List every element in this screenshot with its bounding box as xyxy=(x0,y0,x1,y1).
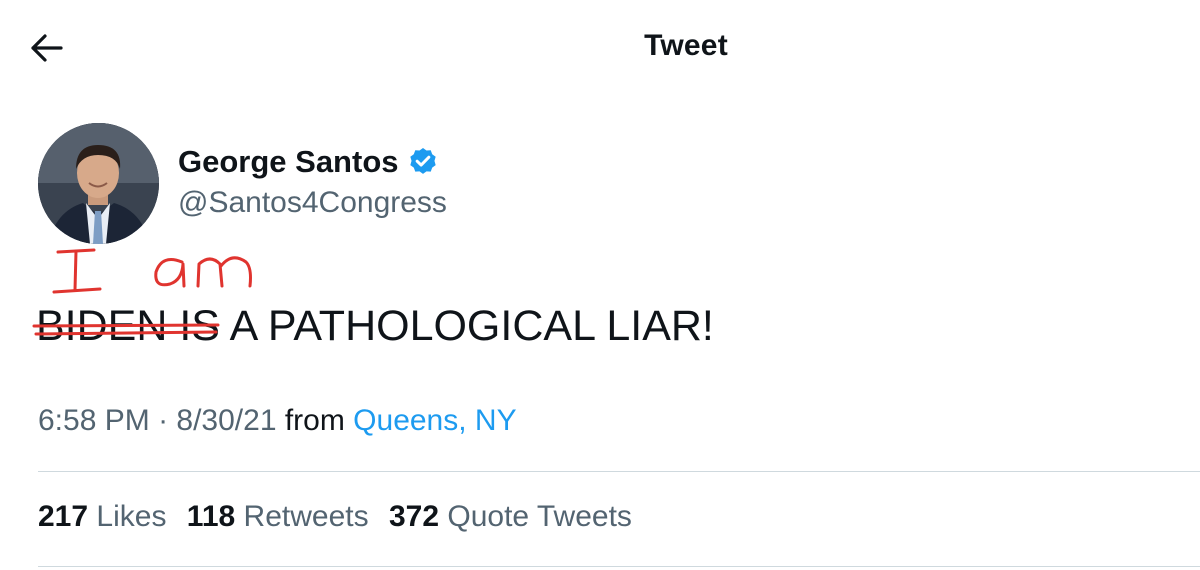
likes-label: Likes xyxy=(96,500,167,533)
struck-text: BIDEN IS xyxy=(32,302,220,351)
quote-tweets-stat[interactable]: 372 Quote Tweets xyxy=(389,500,632,534)
location-link[interactable]: Queens, NY xyxy=(353,404,516,437)
tweet-date[interactable]: 8/30/21 xyxy=(176,404,276,437)
author-name[interactable]: George Santos xyxy=(178,144,439,180)
likes-count: 217 xyxy=(38,500,89,533)
author-handle[interactable]: @Santos4Congress xyxy=(178,186,447,220)
avatar-photo xyxy=(38,123,159,244)
handwritten-annotation xyxy=(52,248,252,294)
author-name-text: George Santos xyxy=(178,144,399,179)
quote-tweets-count: 372 xyxy=(388,500,440,533)
tweet-time[interactable]: 6:58 PM xyxy=(38,404,150,437)
divider-bottom xyxy=(38,566,1200,567)
avatar[interactable] xyxy=(38,123,159,244)
likes-stat[interactable]: 217 Likes xyxy=(38,500,166,534)
retweets-label: Retweets xyxy=(243,500,369,533)
strike-through-mark xyxy=(32,323,220,336)
tweet-stats: 217 Likes 118 Retweets 372 Quote Tweets xyxy=(38,500,644,534)
page-title: Tweet xyxy=(644,29,728,62)
tweet-meta: 6:58 PM · 8/30/21 from Queens, NY xyxy=(38,404,517,438)
retweets-stat[interactable]: 118 Retweets xyxy=(187,500,369,534)
tweet-header: Tweet xyxy=(0,0,1200,95)
quote-tweets-label: Quote Tweets xyxy=(447,500,632,533)
divider xyxy=(38,471,1200,472)
tweet-text-rest: A PATHOLOGICAL LIAR! xyxy=(220,302,714,350)
from-label: from xyxy=(276,404,354,437)
meta-separator: · xyxy=(149,404,177,437)
verified-badge-icon xyxy=(409,148,436,174)
tweet-text: BIDEN IS A PATHOLOGICAL LIAR! xyxy=(32,302,714,351)
retweets-count: 118 xyxy=(186,500,236,533)
